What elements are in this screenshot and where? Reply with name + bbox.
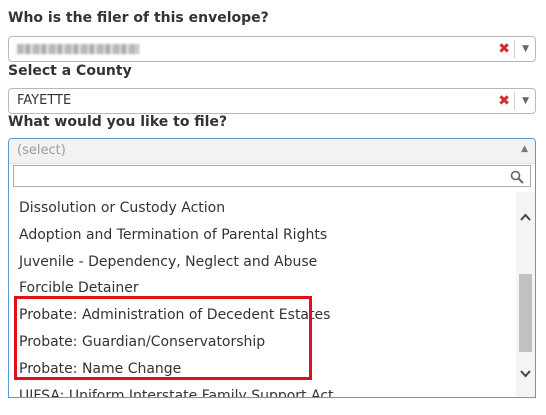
- scrollbar-thumb[interactable]: [519, 274, 532, 352]
- file-type-placeholder: (select): [17, 143, 66, 158]
- filer-separator: [514, 40, 515, 58]
- options-scrollbar[interactable]: [516, 192, 535, 397]
- file-type-options-list[interactable]: Dissolution or Custody Action Adoption a…: [9, 192, 517, 397]
- option-probate-name-change[interactable]: Probate: Name Change: [19, 360, 181, 378]
- chevron-down-icon[interactable]: [520, 363, 531, 382]
- option-juvenile-dependency[interactable]: Juvenile - Dependency, Neglect and Abuse: [19, 253, 317, 271]
- county-dropdown-arrow-icon[interactable]: ▼: [522, 94, 529, 108]
- file-type-search-input[interactable]: [13, 165, 531, 187]
- chevron-up-icon[interactable]: [520, 206, 531, 225]
- filer-label: Who is the filer of this envelope?: [8, 10, 269, 26]
- clear-county-icon[interactable]: ✖: [498, 92, 510, 110]
- option-probate-guardian[interactable]: Probate: Guardian/Conservatorship: [19, 333, 265, 351]
- county-select[interactable]: FAYETTE ✖ ▼: [8, 88, 536, 114]
- file-type-select-header[interactable]: (select) ▲: [9, 139, 535, 164]
- county-label: Select a County: [8, 63, 132, 79]
- filer-select[interactable]: ✖ ▼: [8, 36, 536, 62]
- option-forcible-detainer[interactable]: Forcible Detainer: [19, 279, 139, 297]
- filing-form: Who is the filer of this envelope? ✖ ▼ S…: [0, 0, 546, 415]
- search-icon: [510, 169, 524, 188]
- option-uifsa[interactable]: UIFSA: Uniform Interstate Family Support…: [19, 387, 334, 397]
- file-type-select-open[interactable]: (select) ▲ Dissolution or Custody Action…: [8, 138, 536, 398]
- county-value: FAYETTE: [17, 93, 72, 108]
- option-adoption-termination[interactable]: Adoption and Termination of Parental Rig…: [19, 226, 327, 244]
- collapse-arrow-icon[interactable]: ▲: [521, 144, 528, 154]
- filer-dropdown-arrow-icon[interactable]: ▼: [522, 42, 529, 56]
- county-separator: [514, 92, 515, 110]
- filer-value-obscured: [17, 41, 139, 58]
- option-dissolution-custody[interactable]: Dissolution or Custody Action: [19, 199, 225, 217]
- option-probate-decedent-estates[interactable]: Probate: Administration of Decedent Esta…: [19, 306, 330, 324]
- file-type-label: What would you like to file?: [8, 114, 228, 130]
- clear-filer-icon[interactable]: ✖: [498, 40, 510, 58]
